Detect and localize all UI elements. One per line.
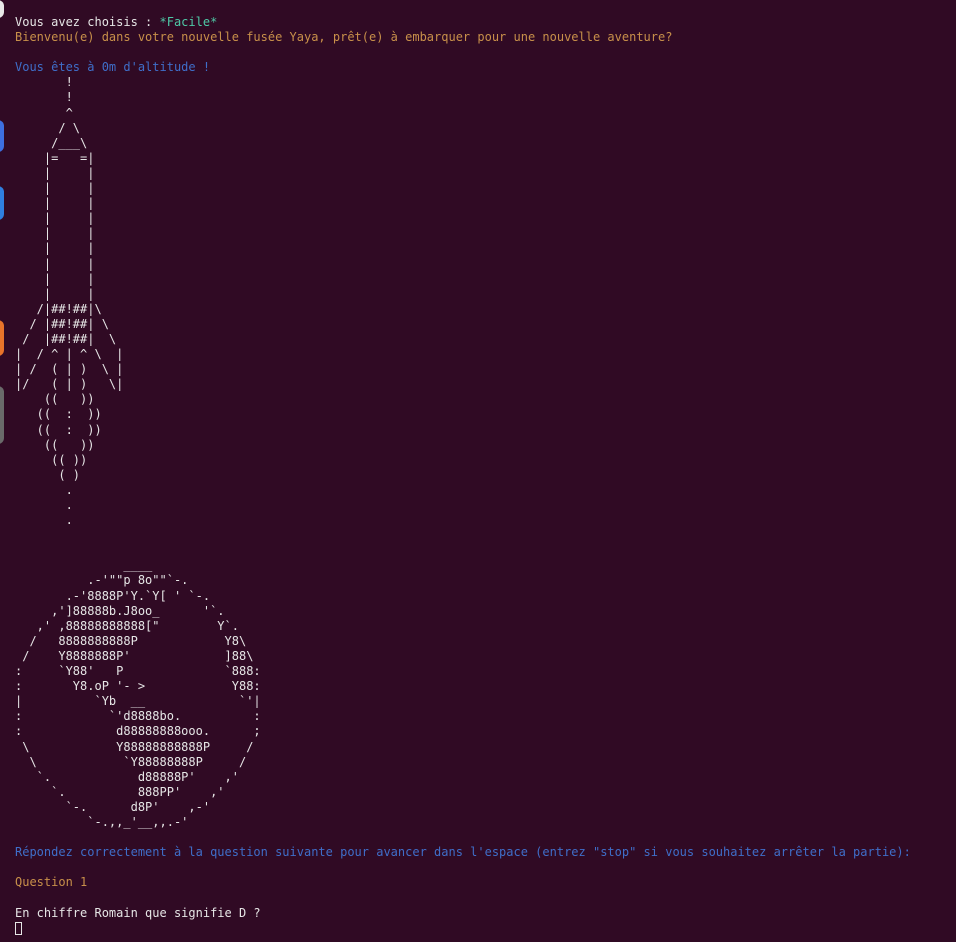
dock-app-icon[interactable] [0, 0, 4, 18]
text-cursor[interactable] [15, 921, 22, 935]
choice-line: Vous avez choisis : *Facile* [15, 15, 956, 30]
dock-app-icon[interactable] [0, 320, 4, 356]
question-text: En chiffre Romain que signifie D ? [15, 905, 261, 920]
instruction-line: Répondez correctement à la question suiv… [15, 845, 911, 860]
question-label: Question 1 [15, 875, 88, 890]
dock-app-icon[interactable] [0, 120, 4, 152]
terminal-output[interactable]: Vous avez choisis : *Facile* Bienvenu(e)… [15, 15, 956, 942]
rocket-ascii-art: ! ! ^ / \ /___\ |= =| | | | | | | | | | … [15, 75, 124, 528]
moon-ascii-art: ____ .-'""p 8o""`-. .-'8888P'Y.`Y[ ' `-.… [15, 558, 261, 829]
welcome-line: Bienvenu(e) dans votre nouvelle fusée Ya… [15, 30, 673, 45]
choice-prefix: Vous avez choisis : [15, 15, 160, 29]
dock-app-icon[interactable] [0, 186, 4, 220]
launcher-dock-edge [0, 0, 4, 942]
altitude-line: Vous êtes à 0m d'altitude ! [15, 60, 211, 75]
dock-app-icon[interactable] [0, 386, 4, 444]
input-line[interactable] [15, 921, 956, 936]
choice-value: *Facile* [159, 15, 218, 29]
